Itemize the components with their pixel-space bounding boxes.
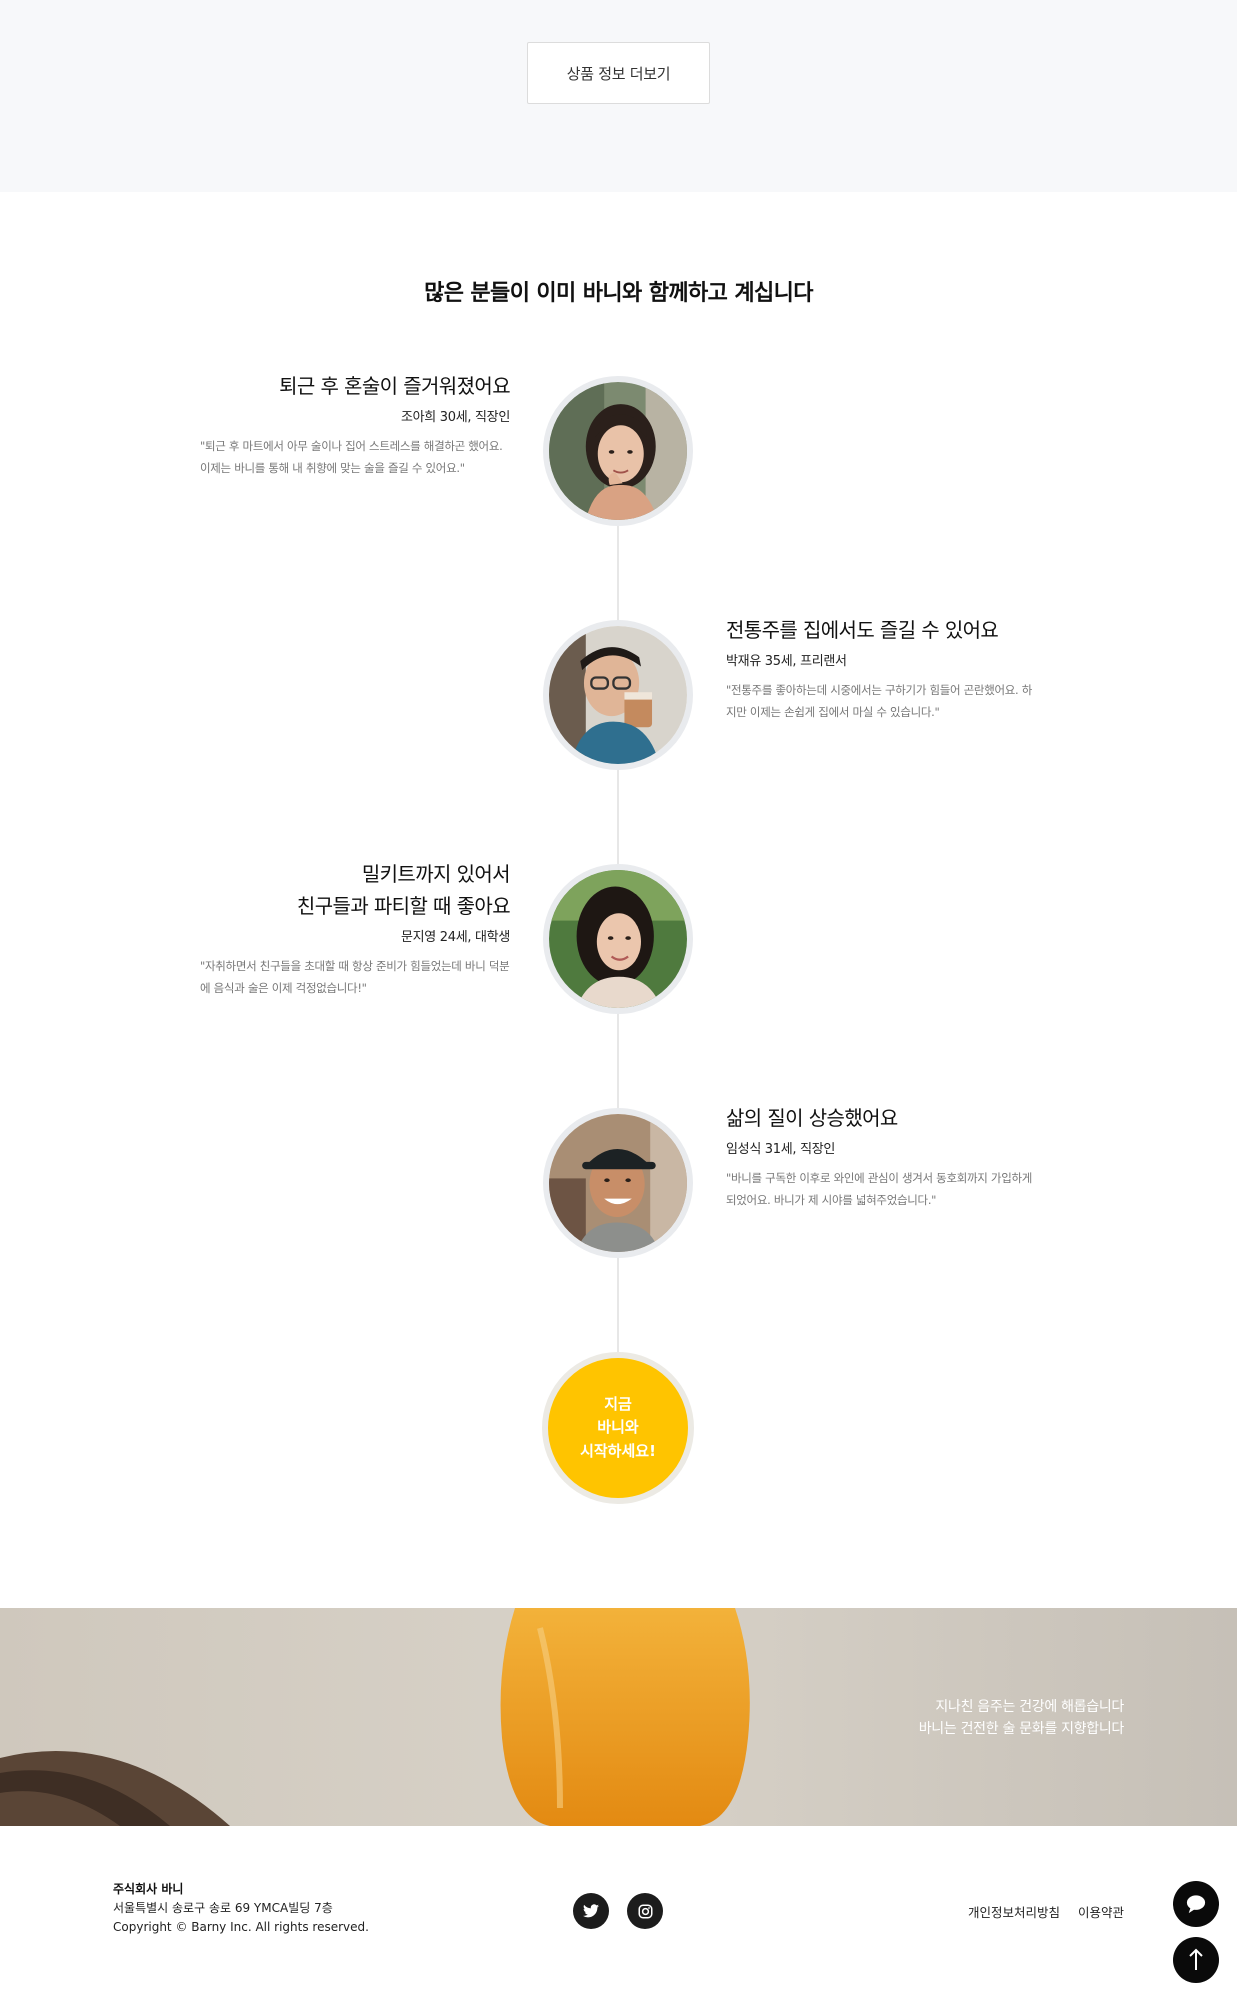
testimonial-quote: "퇴근 후 마트에서 아무 술이나 집어 스트레스를 해결하곤 했어요. 이제는… [200,439,503,476]
start-now-cta-button[interactable]: 지금 바니와 시작하세요! [542,1352,694,1504]
testimonial-title: 삶의 질이 상승했어요 [726,1106,898,1130]
instagram-link[interactable] [627,1893,663,1929]
avatar-2 [543,620,693,770]
twitter-icon [583,1904,599,1918]
company-address: 서울특별시 송로구 송로 69 YMCA빌딩 7층 [113,1901,333,1916]
testimonial-title-line-1: 밀키트까지 있어서 [361,862,511,886]
testimonial-quote: "전통주를 좋아하는데 시중에서는 구하기가 힘들어 곤란했어요. 하지만 이제… [726,683,1033,720]
testimonial-title: 퇴근 후 혼술이 즐거워졌어요 [279,374,510,398]
testimonial-title-line-2: 친구들과 파티할 때 좋아요 [296,894,511,918]
cta-label: 지금 바니와 시작하세요! [580,1395,656,1460]
scroll-to-top-button[interactable] [1173,1937,1219,1983]
banner-line-2: 바니는 건전한 술 문화를 지향합니다 [918,1721,1125,1738]
drinking-notice-banner: 지나친 음주는 건강에 해롭습니다 바니는 건전한 술 문화를 지향합니다 [0,1608,1237,1826]
instagram-icon [638,1904,652,1918]
privacy-policy-link[interactable]: 개인정보처리방침 [968,1902,1060,1921]
testimonial-2: 전통주를 집에서도 즐길 수 있어요 박재유 35세, 프리랜서 "전통주를 좋… [726,614,1036,724]
testimonial-quote: "바니를 구독한 이후로 와인에 관심이 생겨서 동호회까지 가입하게 되었어요… [726,1171,1033,1208]
testimonial-author: 박재유 35세, 프리랜서 [726,654,847,669]
footer-links: 개인정보처리방침 이용약관 [968,1902,1124,1921]
avatar-1 [543,376,693,526]
testimonials-title: 많은 분들이 이미 바니와 함께하고 계십니다 [424,281,813,306]
avatar-4 [543,1108,693,1258]
avatar-3 [543,864,693,1014]
copyright: Copyright © Barny Inc. All rights reserv… [113,1920,369,1935]
smiling-woman-image [549,870,687,1008]
testimonial-author: 문지영 24세, 대학생 [400,930,510,945]
footer-company-info: 주식회사 바니 서울특별시 송로구 송로 69 YMCA빌딩 7층 Copyri… [113,1880,369,1938]
terms-of-use-link[interactable]: 이용약관 [1078,1902,1124,1921]
testimonial-author: 임성식 31세, 직장인 [726,1142,836,1157]
company-name: 주식회사 바니 [113,1882,184,1896]
man-with-coffee-image [549,626,687,764]
footer-social [573,1893,663,1929]
banner-line-1: 지나친 음주는 건강에 해롭습니다 [935,1699,1124,1715]
chat-bubble-icon [1186,1895,1206,1914]
testimonial-3: 밀키트까지 있어서 친구들과 파티할 때 좋아요 문지영 24세, 대학생 "자… [200,858,511,1000]
banner-text: 지나친 음주는 건강에 해롭습니다 바니는 건전한 술 문화를 지향합니다 [918,1696,1125,1741]
testimonial-title: 전통주를 집에서도 즐길 수 있어요 [726,618,999,642]
testimonial-1: 퇴근 후 혼술이 즐거워졌어요 조아희 30세, 직장인 "퇴근 후 마트에서 … [200,370,511,480]
chat-button[interactable] [1173,1881,1219,1927]
woman-portrait-image [549,382,687,520]
testimonial-quote: "자취하면서 친구들을 초대할 때 항상 준비가 힘들었는데 바니 덕분에 음식… [200,959,510,996]
arrow-up-icon [1189,1948,1203,1970]
testimonial-4: 삶의 질이 상승했어요 임성식 31세, 직장인 "바니를 구독한 이후로 와인… [726,1102,1036,1212]
testimonial-author: 조아희 30세, 직장인 [400,410,510,425]
twitter-link[interactable] [573,1893,609,1929]
man-with-cap-image [549,1114,687,1252]
product-info-more-button[interactable]: 상품 정보 더보기 [527,42,710,104]
